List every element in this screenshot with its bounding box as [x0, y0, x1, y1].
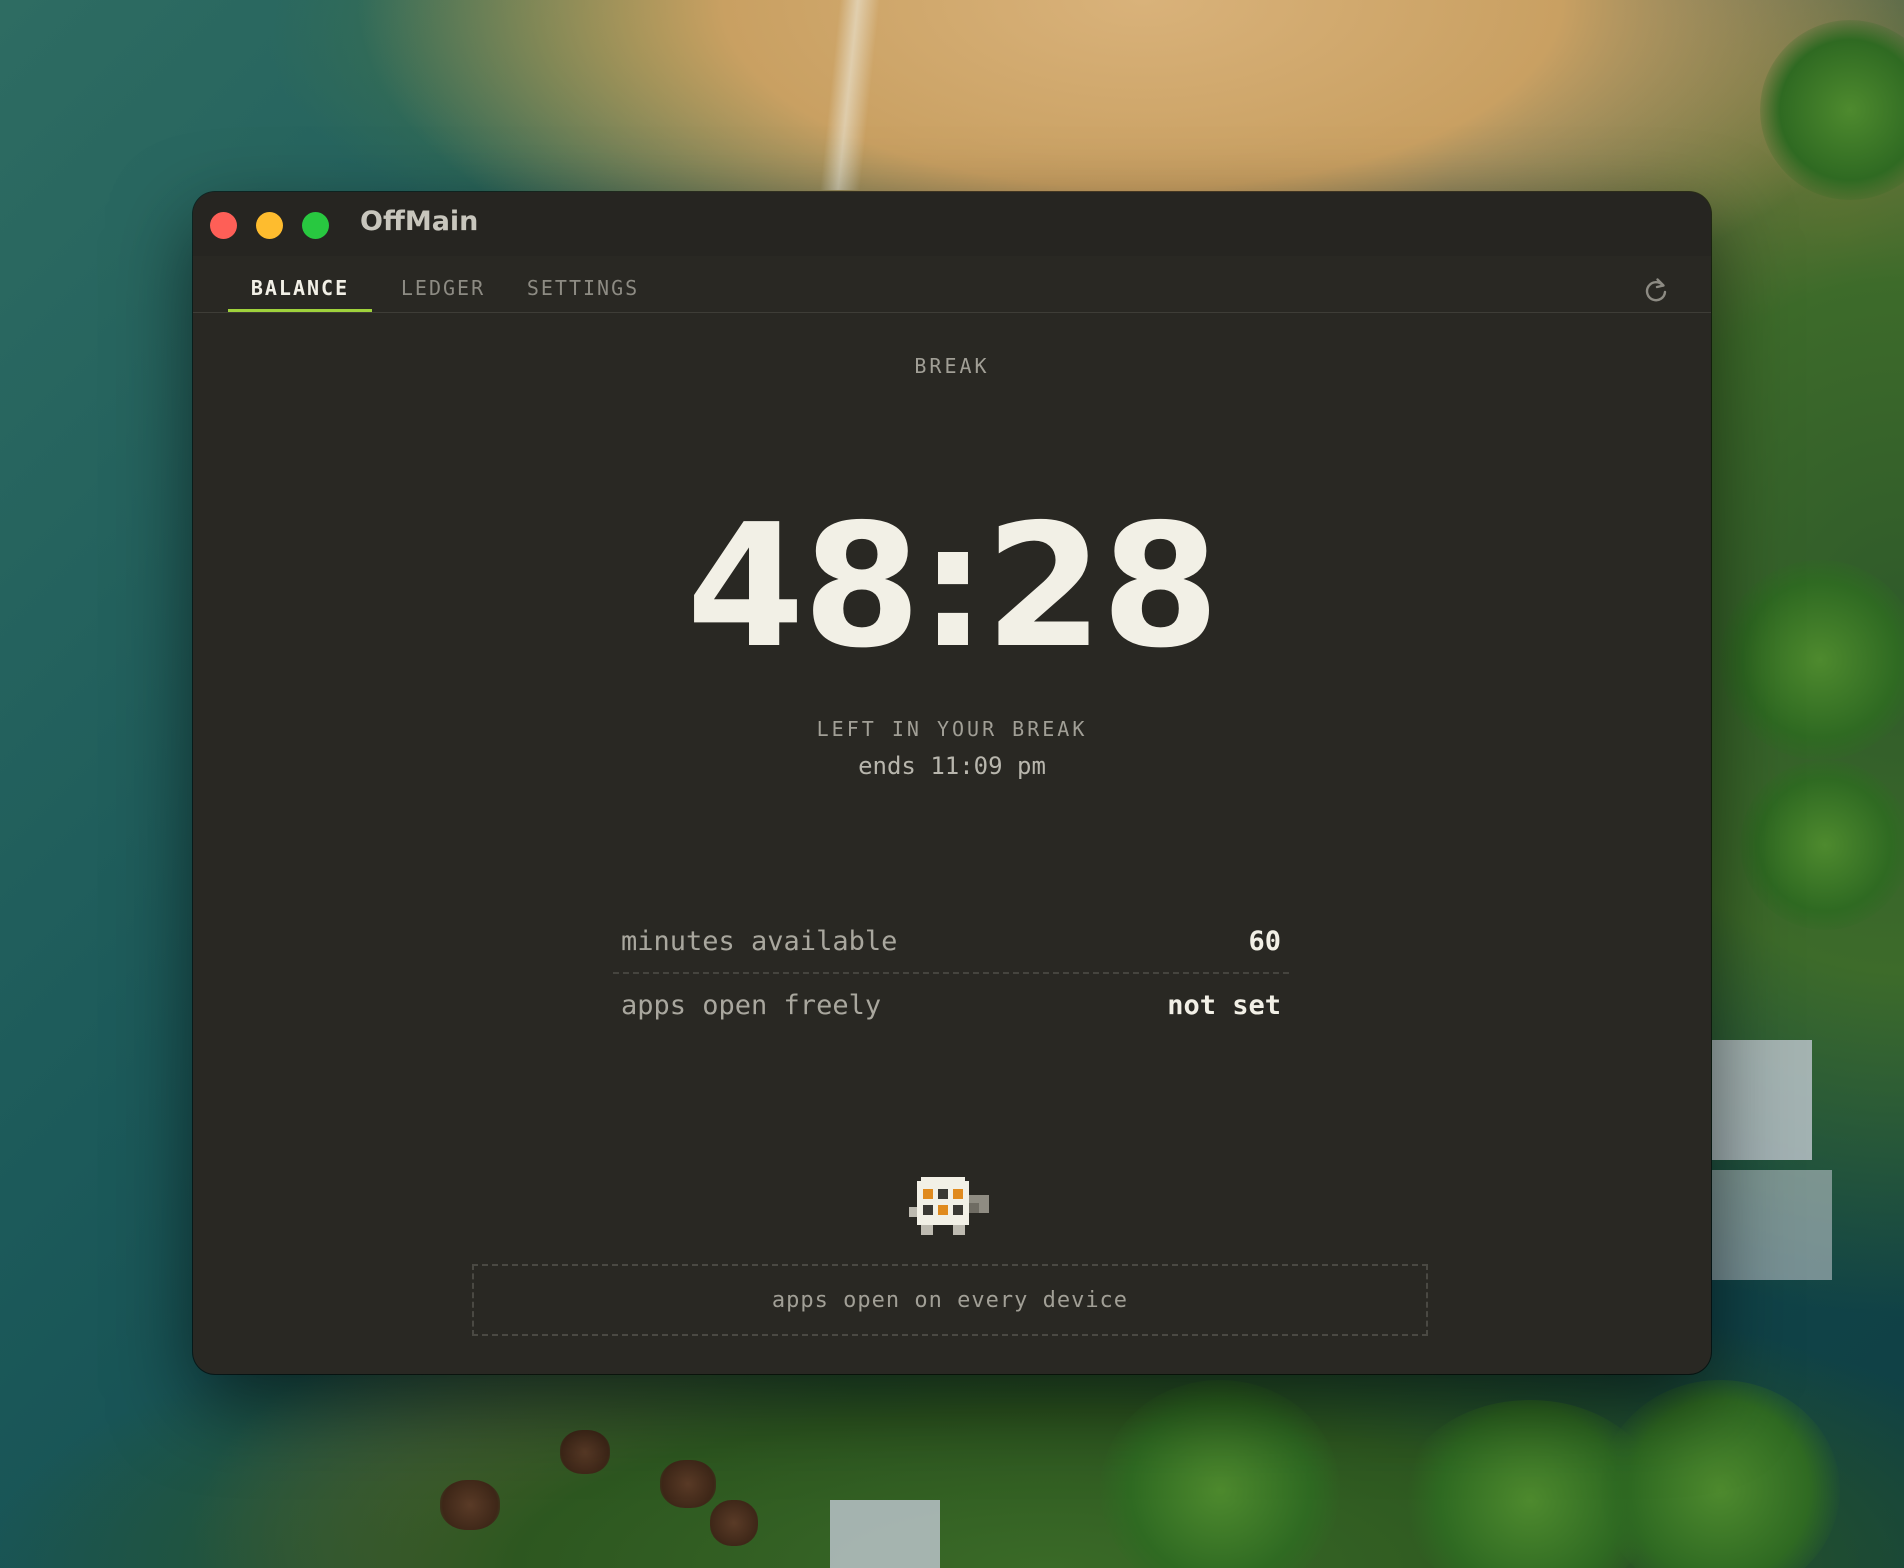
timer-caption: LEFT IN YOUR BREAK	[816, 717, 1088, 741]
wallpaper-palm	[1740, 760, 1904, 930]
wallpaper-rock	[560, 1430, 610, 1474]
wallpaper-rock	[710, 1500, 758, 1546]
close-window-button[interactable]	[210, 212, 237, 239]
wallpaper-rock	[440, 1480, 500, 1530]
stat-row-minutes-available: minutes available 60	[613, 910, 1289, 974]
minimize-window-button[interactable]	[256, 212, 283, 239]
tab-balance[interactable]: BALANCE	[228, 276, 372, 312]
zoom-window-button[interactable]	[302, 212, 329, 239]
pixel-turtle-icon	[909, 1177, 999, 1241]
wallpaper-palm	[1720, 560, 1904, 760]
tab-bar: BALANCE LEDGER SETTINGS	[193, 256, 1711, 313]
timer-end-time: ends 11:09 pm	[858, 752, 1046, 780]
title-bar[interactable]: OffMain	[193, 192, 1711, 256]
wallpaper-roof	[1712, 1170, 1832, 1280]
sync-status-banner: apps open on every device	[472, 1264, 1428, 1336]
refresh-icon[interactable]	[1641, 276, 1671, 306]
wallpaper-shoreline	[820, 0, 880, 190]
stat-label: minutes available	[621, 925, 898, 957]
wallpaper-palm	[1600, 1380, 1840, 1568]
mode-label: BREAK	[914, 354, 990, 378]
wallpaper-rock	[660, 1460, 716, 1508]
countdown-timer: 48:28	[686, 488, 1219, 686]
wallpaper-palm	[1760, 20, 1904, 200]
stats-list: minutes available 60 apps open freely no…	[613, 910, 1289, 1036]
wallpaper-roof	[830, 1500, 940, 1568]
stat-value: not set	[1167, 989, 1281, 1021]
window-title: OffMain	[360, 206, 479, 237]
wallpaper-palm	[1100, 1380, 1340, 1568]
stat-row-apps-open-freely: apps open freely not set	[613, 974, 1289, 1036]
app-window: OffMain BALANCE LEDGER SETTINGS BREAK 48…	[193, 192, 1711, 1374]
stat-value: 60	[1248, 925, 1281, 957]
wallpaper-roof	[1712, 1040, 1812, 1160]
tab-ledger[interactable]: LEDGER	[393, 276, 493, 310]
tab-settings[interactable]: SETTINGS	[523, 276, 643, 310]
stat-label: apps open freely	[621, 989, 882, 1021]
